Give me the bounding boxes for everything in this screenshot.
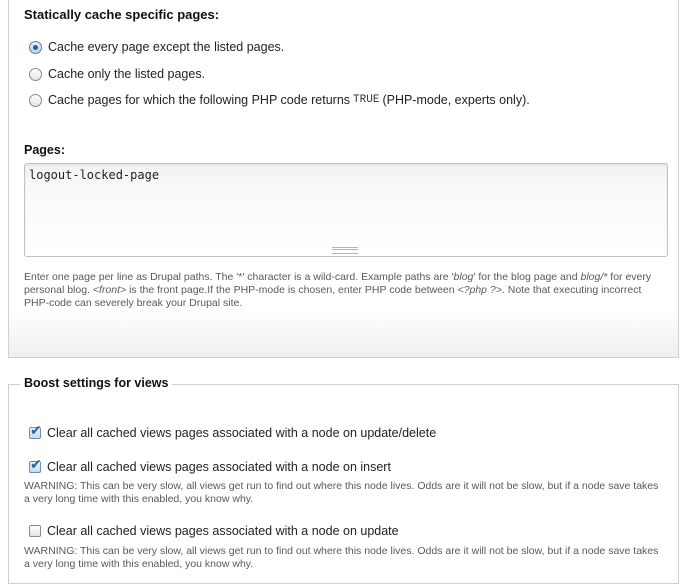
- description-emphasis: <?php ?>: [457, 284, 502, 296]
- pages-description: Enter one page per line as Drupal paths.…: [24, 271, 664, 310]
- pages-textarea[interactable]: logout-locked-page: [24, 163, 668, 257]
- description-emphasis: blog: [453, 271, 474, 283]
- pages-label: Pages:: [24, 143, 65, 157]
- static-cache-title: Statically cache specific pages:: [24, 7, 220, 22]
- checkmark-icon: ✔: [30, 423, 42, 439]
- checkbox[interactable]: [29, 525, 41, 537]
- checkbox-option-update-delete[interactable]: ✔ Clear all cached views pages associate…: [29, 424, 436, 442]
- radio-option-php-mode[interactable]: Cache pages for which the following PHP …: [29, 91, 530, 109]
- radio-label: Cache only the listed pages.: [48, 67, 206, 81]
- pages-textarea-value: logout-locked-page: [29, 168, 160, 182]
- views-settings-legend: Boost settings for views: [20, 376, 173, 390]
- radio-option-only-listed[interactable]: Cache only the listed pages.: [29, 65, 205, 83]
- radio-label-before: Cache pages for which the following PHP …: [48, 93, 351, 107]
- resize-grip-icon[interactable]: [332, 247, 358, 254]
- description-text: Enter one page per line as Drupal paths.…: [24, 271, 454, 283]
- checkbox-label: Clear all cached views pages associated …: [47, 426, 437, 440]
- description-emphasis: <front>: [92, 284, 127, 296]
- checkbox[interactable]: ✔: [29, 423, 42, 439]
- radio-button[interactable]: [29, 93, 42, 107]
- description-text: is the front page.If the PHP-mode is cho…: [126, 284, 458, 296]
- checkbox-option-insert[interactable]: ✔ Clear all cached views pages associate…: [29, 458, 391, 476]
- checkbox-option-update[interactable]: Clear all cached views pages associated …: [29, 522, 399, 540]
- update-warning: WARNING: This can be very slow, all view…: [24, 545, 659, 570]
- radio-option-except-listed[interactable]: Cache every page except the listed pages…: [29, 38, 284, 56]
- php-code-literal: TRUE: [353, 94, 380, 106]
- description-emphasis: blog/*: [580, 271, 608, 283]
- radio-label: Cache every page except the listed pages…: [48, 40, 285, 54]
- checkbox-label: Clear all cached views pages associated …: [47, 524, 399, 538]
- checkbox-label: Clear all cached views pages associated …: [47, 460, 391, 474]
- radio-button-selected[interactable]: [29, 40, 42, 54]
- radio-button[interactable]: [29, 67, 42, 81]
- insert-warning: WARNING: This can be very slow, all view…: [24, 480, 659, 505]
- checkmark-icon: ✔: [30, 457, 42, 473]
- checkbox[interactable]: ✔: [29, 457, 42, 473]
- radio-label-after: (PHP-mode, experts only).: [382, 93, 530, 107]
- description-text: ' for the blog page and: [473, 271, 581, 283]
